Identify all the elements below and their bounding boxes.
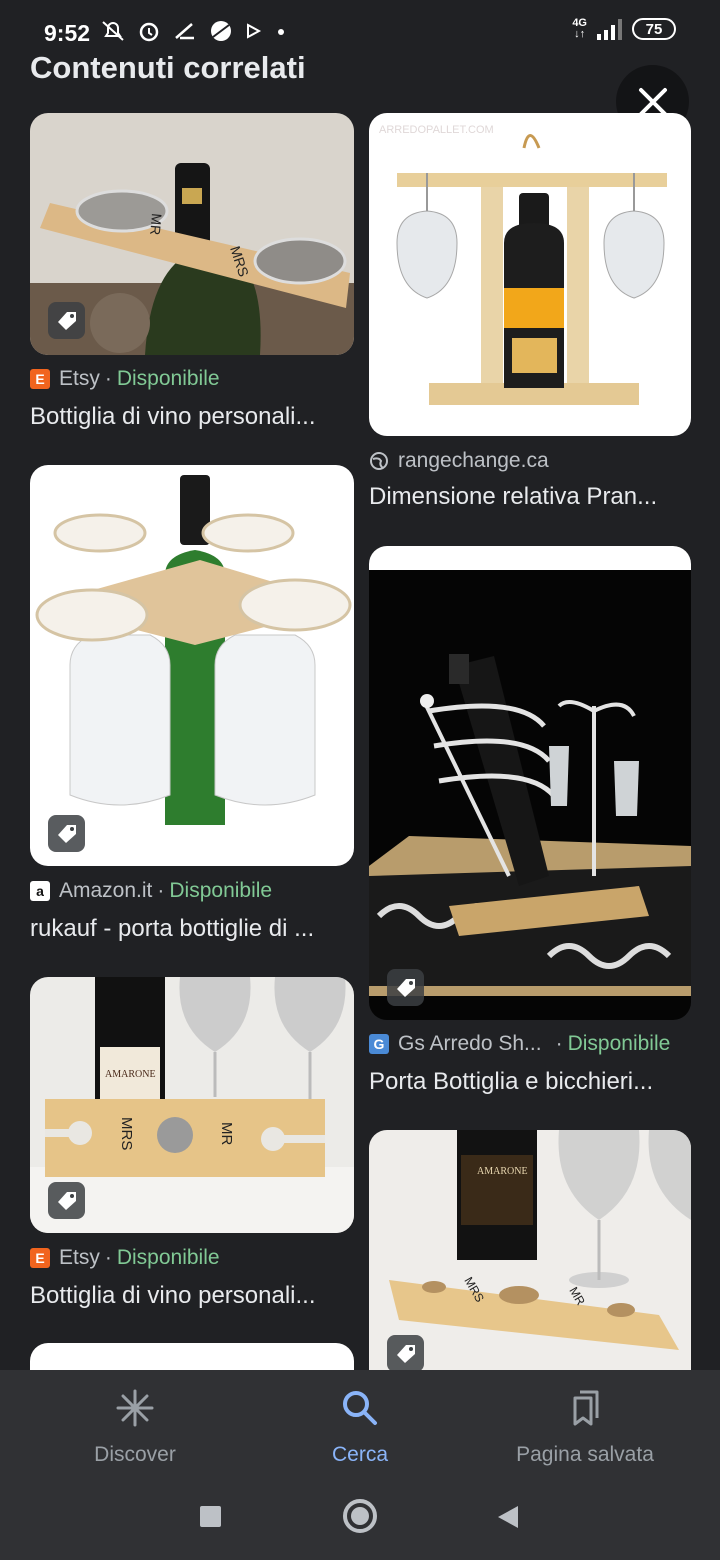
- tag-icon: [396, 978, 415, 997]
- image-text-mr: MR: [218, 1122, 235, 1145]
- notifications-off-icon: [100, 18, 126, 50]
- system-navigation: [0, 1486, 720, 1546]
- alarm-icon: [136, 18, 162, 50]
- bookmarks-icon: [573, 1390, 599, 1426]
- result-image[interactable]: [30, 465, 354, 866]
- image-text-amarone: AMARONE: [105, 1069, 156, 1080]
- result-card-etsy-1[interactable]: MRS MR E Etsy · Disponibile Bottiglia di…: [30, 113, 354, 433]
- status-time: 9:52: [44, 20, 91, 46]
- result-source: G Gs Arredo Sh... · Disponibile: [369, 1032, 670, 1056]
- result-caption[interactable]: Dimensione relativa Pran...: [369, 483, 691, 511]
- availability: Disponibile: [169, 879, 273, 902]
- product-tag: [48, 815, 85, 852]
- tag-icon: [57, 824, 76, 843]
- result-image[interactable]: MRS MR: [30, 113, 354, 355]
- app-icon: [172, 18, 198, 50]
- result-caption[interactable]: rukauf - porta bottiglie di ...: [30, 915, 354, 943]
- result-source: E Etsy · Disponibile: [30, 367, 220, 391]
- tag-icon: [57, 1191, 76, 1210]
- product-tag: [387, 1335, 424, 1370]
- gs-arredo-icon: G: [369, 1034, 389, 1054]
- product-tag: [48, 302, 85, 339]
- result-caption[interactable]: Bottiglia di vino personali...: [30, 1282, 354, 1310]
- source-name: Etsy: [59, 367, 100, 390]
- source-name: rangechange.ca: [398, 449, 549, 472]
- result-card-rangechange[interactable]: ARREDOPALLET.COM rangechange.ca Dimensio…: [369, 113, 691, 513]
- etsy-icon: E: [30, 369, 50, 389]
- nav-discover-label: Discover: [94, 1443, 176, 1466]
- search-icon: [343, 1391, 377, 1425]
- dot-icon: [274, 18, 288, 50]
- status-system-icons: 4G ↓↑ 75: [572, 18, 676, 40]
- ball-icon: [208, 18, 234, 50]
- source-name: Amazon.it: [59, 879, 153, 902]
- result-image[interactable]: AMARONE MRS MR: [30, 977, 354, 1233]
- back-icon[interactable]: [496, 1504, 520, 1530]
- result-source: rangechange.ca: [369, 449, 549, 473]
- source-name: Etsy: [59, 1246, 100, 1269]
- tag-icon: [396, 1344, 415, 1363]
- nav-search[interactable]: Cerca: [260, 1388, 460, 1467]
- recents-button[interactable]: [200, 1506, 221, 1527]
- image-text-mr: MR: [147, 213, 165, 236]
- watermark-text: ARREDOPALLET.COM: [379, 124, 494, 136]
- nav-saved-label: Pagina salvata: [516, 1443, 654, 1466]
- availability: Disponibile: [567, 1032, 671, 1055]
- product-tag: [387, 969, 424, 1006]
- result-caption[interactable]: Porta Bottiglia e bicchieri...: [369, 1068, 691, 1096]
- result-caption[interactable]: Bottiglia di vino personali...: [30, 403, 354, 431]
- source-name: Gs Arredo Sh...: [398, 1032, 542, 1055]
- image-text-amarone: AMARONE: [477, 1166, 528, 1177]
- nav-search-label: Cerca: [331, 1443, 389, 1466]
- availability: Disponibile: [116, 1246, 220, 1269]
- result-source: E Etsy · Disponibile: [30, 1246, 220, 1270]
- result-card-etsy-2[interactable]: AMARONE MRS MR E Etsy · Disponibile Bott…: [30, 977, 354, 1317]
- signal-icon: [597, 18, 622, 40]
- nav-saved[interactable]: Pagina salvata: [485, 1388, 685, 1467]
- result-source: a Amazon.it · Disponibile: [30, 879, 272, 903]
- result-card-amazon[interactable]: a Amazon.it · Disponibile rukauf - porta…: [30, 465, 354, 945]
- close-icon: [638, 87, 667, 116]
- asterisk-icon: [116, 1389, 154, 1427]
- result-image[interactable]: ARREDOPALLET.COM: [369, 113, 691, 436]
- result-image[interactable]: [369, 546, 691, 1020]
- availability: Disponibile: [116, 367, 220, 390]
- tag-icon: [57, 311, 76, 330]
- result-image-partial[interactable]: AMARONE MRS MR: [369, 1130, 691, 1370]
- etsy-icon: E: [30, 1248, 50, 1268]
- image-text-mrs: MRS: [118, 1117, 135, 1150]
- globe-icon: [369, 451, 389, 471]
- result-card-gs-arredo[interactable]: G Gs Arredo Sh... · Disponibile Porta Bo…: [369, 546, 691, 1106]
- nav-discover[interactable]: Discover: [35, 1388, 235, 1467]
- product-tag: [48, 1182, 85, 1219]
- play-icon: [244, 18, 264, 50]
- page-title: Contenuti correlati: [30, 50, 306, 85]
- battery-indicator: 75: [632, 18, 676, 40]
- result-image-partial[interactable]: [30, 1343, 354, 1370]
- amazon-icon: a: [30, 881, 50, 901]
- home-button[interactable]: [343, 1499, 377, 1533]
- network-type: 4G ↓↑: [572, 17, 587, 40]
- status-notification-icons: [100, 20, 288, 48]
